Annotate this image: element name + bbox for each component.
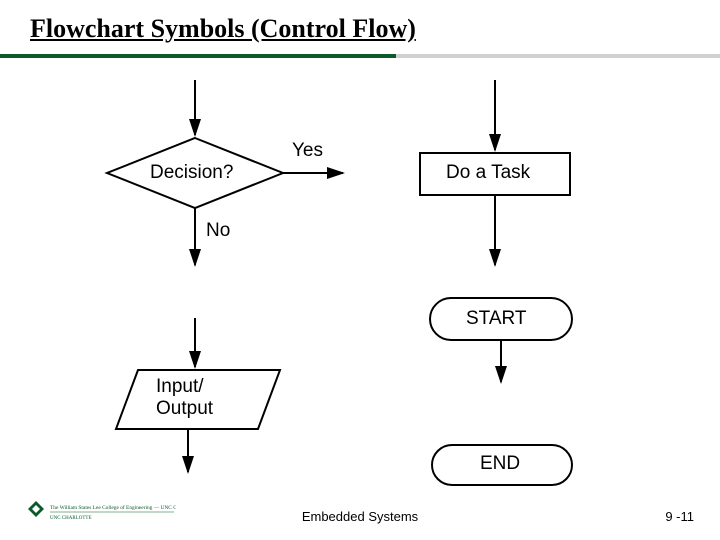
title-rule: [0, 54, 720, 58]
start-label: START: [466, 308, 527, 330]
decision-no-label: No: [206, 220, 230, 242]
io-label: Input/ Output: [156, 376, 213, 420]
io-line1: Input/: [156, 376, 204, 397]
flowchart-svg: [0, 60, 720, 500]
decision-label: Decision?: [150, 162, 233, 184]
page-title: Flowchart Symbols (Control Flow): [30, 14, 416, 44]
io-line2: Output: [156, 398, 213, 419]
task-label: Do a Task: [446, 162, 530, 184]
slide: Flowchart Symbols (Control Flow): [0, 0, 720, 540]
end-label: END: [480, 453, 520, 475]
footer-page-number: 9 -11: [665, 509, 694, 524]
footer-center: Embedded Systems: [0, 509, 720, 524]
decision-yes-label: Yes: [292, 140, 323, 162]
footer: The William States Lee College of Engine…: [0, 500, 720, 530]
diagram-canvas: Decision? Yes No Do a Task START Input/ …: [0, 60, 720, 490]
